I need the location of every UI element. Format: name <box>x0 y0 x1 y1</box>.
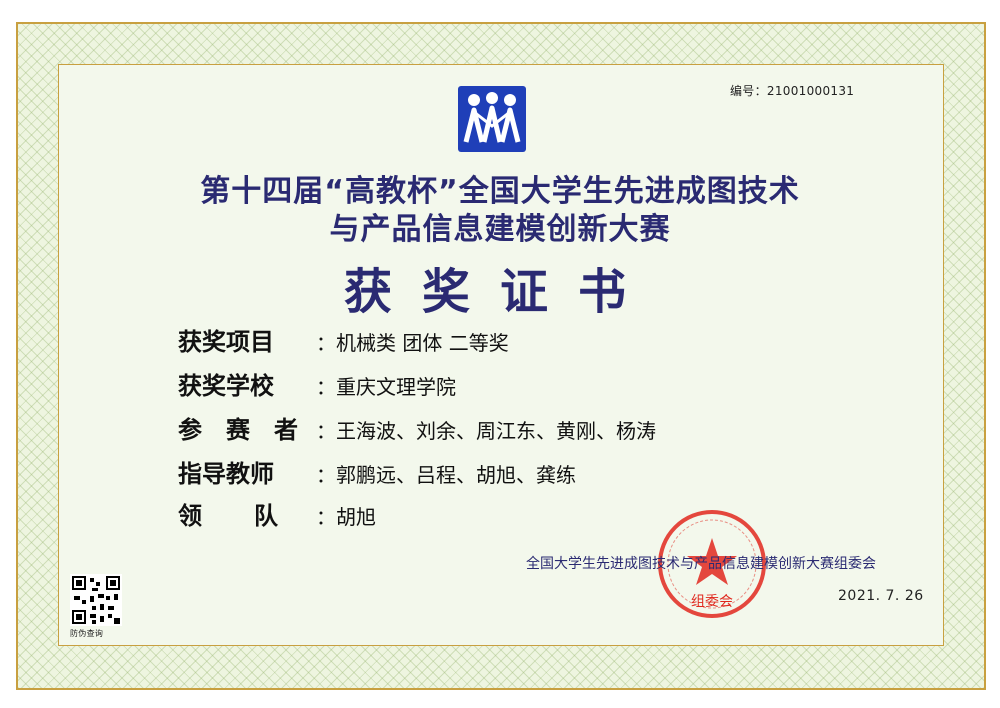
leader-label: 领队 <box>178 502 330 530</box>
participants-row: 参赛者 ：王海波、刘余、周江东、黄刚、杨涛 <box>178 410 656 445</box>
participants-value: ：王海波、刘余、周江东、黄刚、杨涛 <box>316 419 656 443</box>
advisors-value: ：郭鹏远、吕程、胡旭、龚练 <box>316 463 576 487</box>
competition-logo-icon <box>458 86 526 152</box>
title-line-2: 与产品信息建模创新大赛 <box>329 212 671 247</box>
award-row: 获奖项目 ：机械类 团体 二等奖 <box>178 322 509 357</box>
organizer-name: 全国大学生先进成图技术与产品信息建模创新大赛组委会 <box>526 556 876 572</box>
advisors-row: 指导教师 ：郭鹏远、吕程、胡旭、龚练 <box>178 454 576 489</box>
school-row: 获奖学校 ：重庆文理学院 <box>178 366 456 401</box>
leader-row: 领队 ：胡旭 <box>178 496 376 531</box>
participants-label: 参赛者 <box>178 416 322 444</box>
issue-date: 2021. 7. 26 <box>838 588 924 604</box>
serial-number: 编号：21001000131 <box>730 84 855 98</box>
school-label: 获奖学校 <box>178 372 274 400</box>
award-label: 获奖项目 <box>178 328 274 356</box>
school-value: ：重庆文理学院 <box>316 375 456 399</box>
leader-value: ：胡旭 <box>316 505 376 529</box>
qr-caption: 防伪查询 <box>70 629 104 638</box>
award-value: ：机械类 团体 二等奖 <box>316 331 509 355</box>
seal-text: 组委会 <box>691 594 733 610</box>
certificate-heading: 获奖证书 <box>343 264 656 320</box>
advisors-label: 指导教师 <box>178 460 274 488</box>
qr-code-icon[interactable] <box>70 574 122 626</box>
